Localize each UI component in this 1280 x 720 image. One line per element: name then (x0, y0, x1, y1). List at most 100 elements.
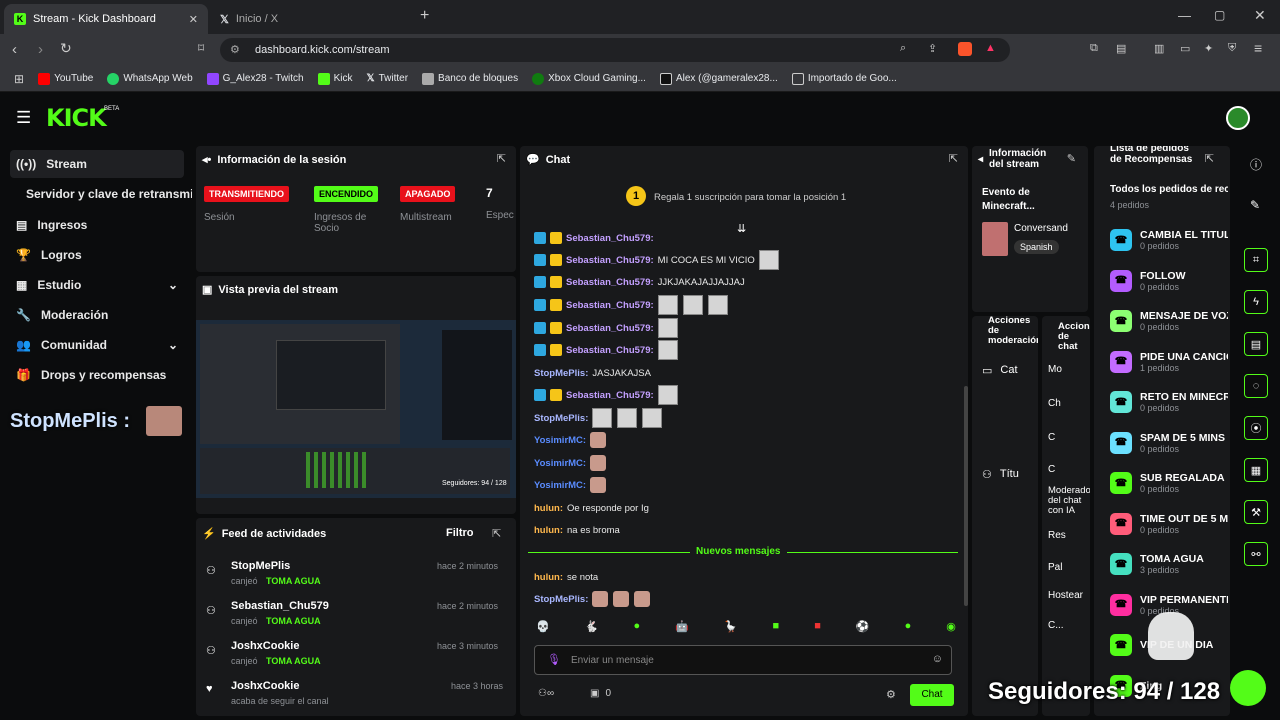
leo-icon[interactable]: ✦ (1204, 42, 1213, 55)
bookmark-tiktok[interactable]: Alex (@gameralex28... (659, 72, 778, 85)
user-list-icon[interactable]: ⚇∞ (538, 688, 554, 699)
chat-username[interactable]: hulun: (534, 525, 563, 536)
site-info-icon[interactable]: ⚙ (230, 43, 240, 56)
share-icon[interactable]: ⚯ (1244, 542, 1268, 566)
forward-icon[interactable]: › (38, 41, 43, 58)
mod-item[interactable]: ▭ Cat (982, 364, 1018, 377)
chat-username[interactable]: YosimirMC: (534, 480, 586, 491)
new-tab-button[interactable]: + (420, 7, 429, 25)
chat-username[interactable]: hulun: (534, 503, 563, 514)
chat-action-item[interactable]: C... (1048, 620, 1064, 631)
sidebar-toggle-icon[interactable]: ▥ (1154, 42, 1164, 55)
ball-emote-icon[interactable]: ⚽ (856, 620, 870, 640)
close-tab-icon[interactable]: ✕ (189, 13, 198, 26)
sidebar-item-stream[interactable]: ((•)) Stream (10, 150, 184, 178)
bookmark-twitch[interactable]: G_Alex28 - Twitch (206, 72, 304, 85)
emoji-icon[interactable]: ☺ (932, 653, 943, 665)
kick-logo[interactable]: KICK (46, 104, 107, 132)
chat-username[interactable]: Sebastian_Chu579: (566, 277, 654, 288)
bookmark-folder[interactable]: Importado de Goo... (791, 72, 897, 85)
chat-username[interactable]: Sebastian_Chu579: (566, 233, 654, 244)
vpn-icon[interactable]: ⛨ (1228, 42, 1236, 55)
popout-icon[interactable]: ⇱ (949, 152, 958, 165)
kick-emote-icon[interactable]: ■ (773, 620, 780, 640)
reward-item[interactable]: ☎ PIDE UNA CANCIÓN1 pedidos (1110, 342, 1228, 382)
filter-button[interactable]: Filtro (446, 527, 474, 539)
chat-action-item[interactable]: Res (1048, 530, 1066, 541)
all-requests[interactable]: Todos los pedidos de recompensas (1110, 184, 1228, 195)
reward-item[interactable]: ☎ RETO EN MINECRAFT0 pedidos (1110, 382, 1228, 422)
mic-icon[interactable]: 🎙 (547, 653, 561, 666)
ai-moderator-item[interactable]: Moderador del chat con IA (1048, 486, 1090, 516)
goose-emote-icon[interactable]: 🪿 (724, 620, 738, 640)
zoom-icon[interactable]: ⌕ (900, 42, 906, 55)
edit-icon[interactable]: ✎ (1250, 198, 1260, 212)
back-icon[interactable]: ‹ (12, 41, 17, 58)
brave-shield-icon[interactable] (958, 42, 972, 56)
chat-action-item[interactable]: Mo (1048, 364, 1062, 375)
chat-username[interactable]: YosimirMC: (534, 435, 586, 446)
broadcast-icon[interactable]: ⦿ (1244, 416, 1268, 440)
reward-item[interactable]: ☎ SPAM DE 5 MINS 0 pedidos (1110, 423, 1228, 463)
popout-icon[interactable]: ⇱ (497, 152, 506, 165)
pinned-gift-message[interactable]: Regala 1 suscripción para tomar la posic… (654, 192, 846, 203)
reward-item[interactable]: ☎ CAMBIA EL TITULO0 pedidos (1110, 220, 1228, 260)
rabbit-emote-icon[interactable]: 🐇 (585, 620, 599, 640)
chat-action-item[interactable]: C (1048, 464, 1055, 475)
reader-icon[interactable]: ▤ (1116, 42, 1126, 55)
share-icon[interactable]: ⇪ (928, 42, 937, 55)
chat-action-item[interactable]: C (1048, 432, 1055, 443)
popout-icon[interactable]: ⇱ (1205, 152, 1214, 165)
tab-kick-dashboard[interactable]: K Stream - Kick Dashboard ✕ (4, 4, 208, 34)
crop-icon[interactable]: ⌗ (1244, 248, 1268, 272)
red-emote-icon[interactable]: ■ (814, 620, 821, 640)
bookmark-kick[interactable]: Kick (317, 72, 353, 85)
chat-username[interactable]: Sebastian_Chu579: (566, 390, 654, 401)
reward-item[interactable]: ☎ TOMA AGUA 3 pedidos (1110, 544, 1228, 584)
sidebar-item-server-key[interactable]: Servidor y clave de retransmisión (20, 180, 192, 208)
chat-emote-icon[interactable]: ● (905, 620, 912, 640)
chat-username[interactable]: StopMePlis: (534, 413, 588, 424)
sidebar-item-moderacion[interactable]: 🔧 Moderación (10, 301, 184, 329)
stream-preview-video[interactable]: Seguidores: 94 / 128 (196, 320, 516, 498)
url-field[interactable]: ⚙ dashboard.kick.com/stream ⌕ ⇪ ▲ (220, 38, 1010, 62)
chat-action-item[interactable]: Hostear (1048, 590, 1083, 601)
bookmark-banco[interactable]: Banco de bloques (422, 72, 518, 85)
bookmark-icon[interactable]: ⌑ (198, 41, 204, 55)
close-window-button[interactable]: ✕ (1254, 7, 1266, 24)
popout-icon[interactable]: ⇱ (492, 527, 501, 540)
hamburger-menu-icon[interactable]: ☰ (16, 108, 31, 128)
apps-icon[interactable]: ⊞ (14, 72, 24, 86)
skull-emote-icon[interactable]: 💀 (536, 620, 550, 640)
info-icon[interactable]: ⓘ (1250, 156, 1262, 173)
bookmark-youtube[interactable]: YouTube (38, 72, 93, 85)
globe-emote-icon[interactable]: ◉ (946, 620, 956, 640)
chat-username[interactable]: hulun: (534, 572, 563, 583)
layout-icon[interactable]: ▦ (1244, 458, 1268, 482)
chat-action-item[interactable]: Pal (1048, 562, 1062, 573)
chat-send-button[interactable]: Chat (910, 684, 954, 706)
chat-bubble-icon[interactable]: ◌ (1244, 374, 1268, 398)
brave-rewards-icon[interactable]: ▲ (985, 42, 996, 54)
scroll-down-icon[interactable]: ⇊ (737, 222, 746, 235)
bookmark-xbox[interactable]: Xbox Cloud Gaming... (532, 72, 646, 85)
minimize-button[interactable]: — (1178, 8, 1191, 23)
clipboard-icon[interactable]: ▤ (1244, 332, 1268, 356)
sidebar-item-ingresos[interactable]: ▤ Ingresos (10, 211, 184, 239)
bolt-icon[interactable]: ϟ (1244, 290, 1268, 314)
bookmark-twitter[interactable]: 𝕏 Twitter (367, 73, 409, 84)
reward-item[interactable]: ☎ TIME OUT DE 5 MIN0 pedidos (1110, 504, 1228, 544)
sidebar-item-comunidad[interactable]: 👥 Comunidad ⌄ (10, 331, 184, 359)
chat-username[interactable]: StopMePlis: (534, 594, 588, 605)
chat-username[interactable]: YosimirMC: (534, 458, 586, 469)
avatar[interactable] (1226, 106, 1250, 130)
mod-item[interactable]: ⚇ Títu (982, 468, 1019, 481)
menu-icon[interactable]: ≡ (1254, 40, 1262, 56)
sidebar-item-drops[interactable]: 🎁 Drops y recompensas (10, 361, 184, 389)
maximize-button[interactable]: ▢ (1214, 8, 1225, 22)
reward-item[interactable]: ☎ MENSAJE DE VOZ 0 pedidos (1110, 301, 1228, 341)
chat-username[interactable]: Sebastian_Chu579: (566, 323, 654, 334)
sidebar-item-logros[interactable]: 🏆 Logros (10, 241, 184, 269)
extensions-icon[interactable]: ⧉ (1090, 42, 1098, 55)
chat-username[interactable]: StopMePlis: (534, 368, 588, 379)
